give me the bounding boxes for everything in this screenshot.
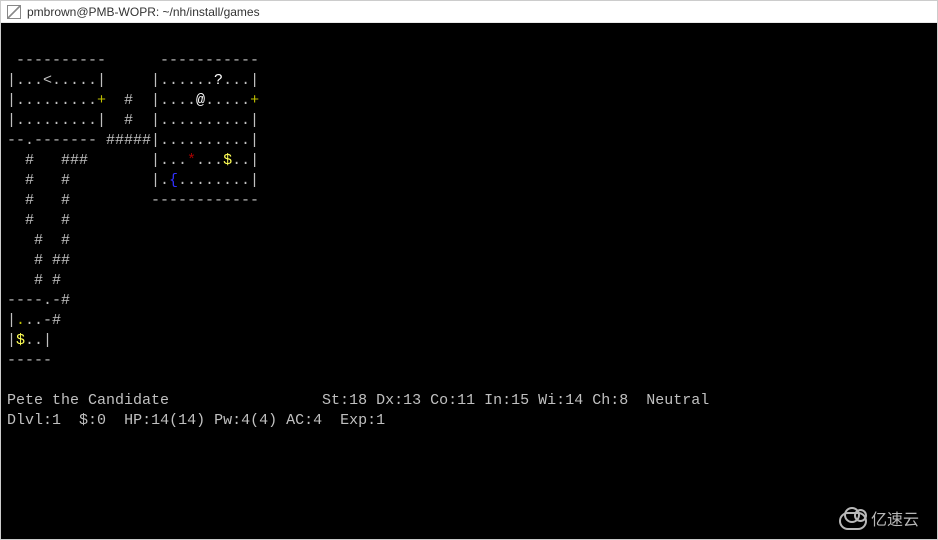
status-line-2: Dlvl:1 $:0 HP:14(14) Pw:4(4) AC:4 Exp:1 — [7, 412, 385, 429]
item-glyph: * — [187, 152, 196, 169]
map-row: --.------- #####|..........| — [7, 132, 259, 149]
map-row: # ## — [7, 252, 70, 269]
gold-glyph: $ — [16, 332, 25, 349]
map-row: |...-# — [7, 312, 61, 329]
status-line-1: Pete the Candidate St:18 Dx:13 Co:11 In:… — [7, 392, 709, 409]
map-row: ---------- ----------- — [7, 52, 259, 69]
map-row: # ### |...*...$..| — [7, 152, 259, 169]
map-row: ----- — [7, 352, 52, 369]
terminal-window: pmbrown@PMB-WOPR: ~/nh/install/games ---… — [0, 0, 938, 540]
player-glyph: @ — [196, 92, 205, 109]
titlebar[interactable]: pmbrown@PMB-WOPR: ~/nh/install/games — [1, 1, 937, 23]
window-title: pmbrown@PMB-WOPR: ~/nh/install/games — [27, 5, 260, 19]
nethack-screen[interactable]: ---------- ----------- |...<.....| |....… — [1, 23, 937, 539]
map-row: |.........+ # |....@.....+ — [7, 92, 259, 109]
map-row: # # — [7, 232, 70, 249]
window-icon — [7, 5, 21, 19]
map-row: |...<.....| |......?...| — [7, 72, 259, 89]
map-row: |$..| — [7, 332, 52, 349]
watermark: 亿速云 — [839, 511, 919, 531]
watermark-text: 亿速云 — [871, 511, 919, 531]
map-row: |.........| # |..........| — [7, 112, 259, 129]
cloud-icon — [839, 512, 867, 530]
map-row: # # — [7, 212, 70, 229]
item-glyph: { — [169, 172, 178, 189]
map-row: # # — [7, 272, 61, 289]
map-row: # # ------------ — [7, 192, 259, 209]
map-row: ----.-# — [7, 292, 70, 309]
map-row: # # |.{........| — [7, 172, 259, 189]
gold-glyph: $ — [223, 152, 232, 169]
